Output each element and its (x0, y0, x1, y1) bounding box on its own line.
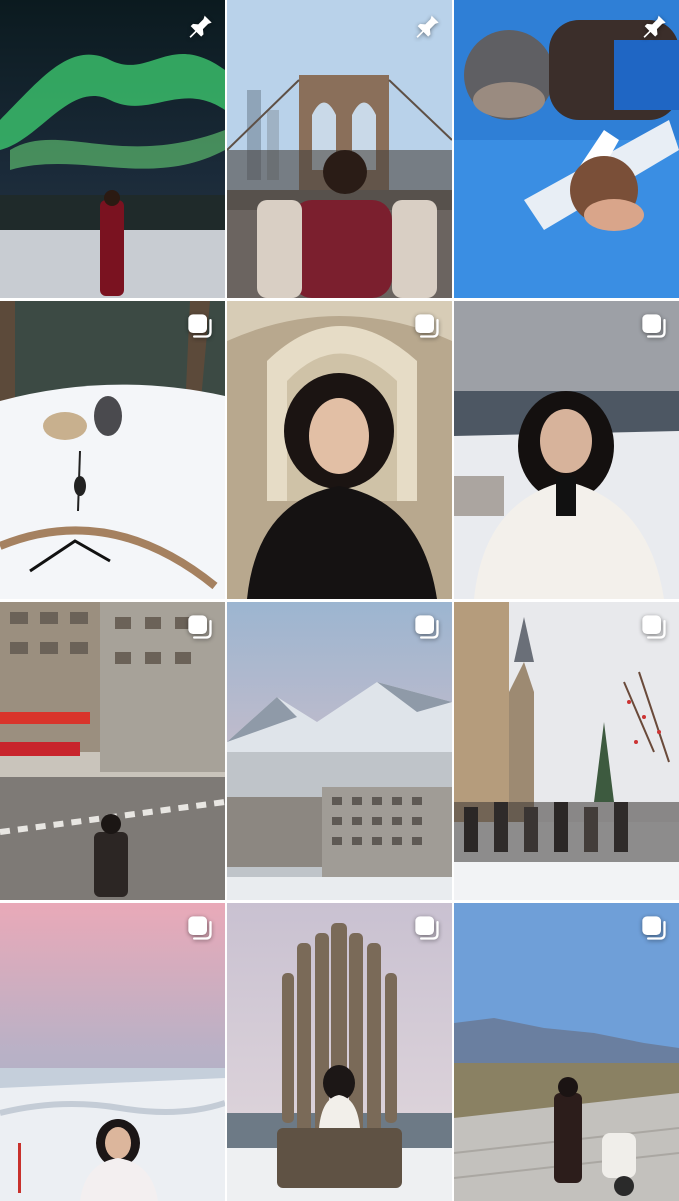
pink-sky-snow-photo (0, 903, 225, 1201)
post-tile-aurora[interactable] (0, 0, 225, 298)
mountain-town-photo (227, 602, 452, 900)
lakeside-boardwalk-photo (454, 903, 679, 1201)
post-tile-arched-hall-portrait[interactable] (227, 301, 452, 599)
post-tile-mountain-town[interactable] (227, 602, 452, 900)
carousel-icon (185, 913, 215, 943)
pin-icon (639, 10, 669, 40)
brooklyn-bridge-photo (227, 0, 452, 298)
post-tile-skydive[interactable] (454, 0, 679, 298)
arched-hall-portrait-photo (227, 301, 452, 599)
post-tile-snowy-coast-portrait[interactable] (454, 301, 679, 599)
pin-icon (185, 10, 215, 40)
skydive-photo (454, 0, 679, 298)
aurora-photo (0, 0, 225, 298)
carousel-icon (412, 913, 442, 943)
post-tile-pink-sky-snow[interactable] (0, 903, 225, 1201)
snowy-coast-portrait-photo (454, 301, 679, 599)
wooden-throne-photo (227, 903, 452, 1201)
post-tile-wooden-throne[interactable] (227, 903, 452, 1201)
city-street-photo (0, 602, 225, 900)
dog-sled-photo (0, 301, 225, 599)
carousel-icon (185, 612, 215, 642)
post-tile-red-square-crowd[interactable] (454, 602, 679, 900)
carousel-icon (639, 612, 669, 642)
carousel-icon (639, 913, 669, 943)
carousel-icon (185, 311, 215, 341)
carousel-icon (412, 311, 442, 341)
profile-posts-grid (0, 0, 679, 1201)
post-tile-brooklyn-bridge[interactable] (227, 0, 452, 298)
carousel-icon (639, 311, 669, 341)
post-tile-city-street[interactable] (0, 602, 225, 900)
pin-icon (412, 10, 442, 40)
post-tile-lakeside-boardwalk[interactable] (454, 903, 679, 1201)
post-tile-dog-sled[interactable] (0, 301, 225, 599)
carousel-icon (412, 612, 442, 642)
red-square-crowd-photo (454, 602, 679, 900)
